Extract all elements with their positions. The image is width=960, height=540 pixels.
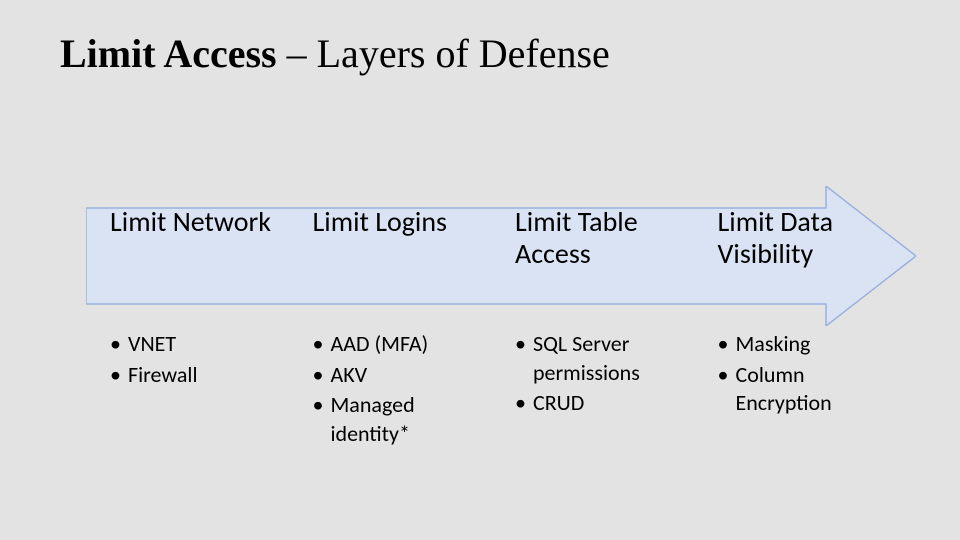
column-heading: Limit Logins xyxy=(313,206,486,306)
title-rest: – Layers of Defense xyxy=(277,31,610,76)
slide-title: Limit Access – Layers of Defense xyxy=(60,32,900,76)
list-item: Firewall xyxy=(110,361,283,390)
list-item: Managed identity* xyxy=(313,391,486,448)
column-network: Limit Network VNET Firewall xyxy=(110,206,283,450)
slide: Limit Access – Layers of Defense Limit N… xyxy=(0,0,960,540)
list-item: AKV xyxy=(313,361,486,390)
list-item: AAD (MFA) xyxy=(313,330,486,359)
list-item: Column Encryption xyxy=(718,361,891,418)
column-list: AAD (MFA) AKV Managed identity* xyxy=(313,330,486,448)
list-item: SQL Server permissions xyxy=(515,330,688,387)
column-list: SQL Server permissions CRUD xyxy=(515,330,688,418)
column-table-access: Limit Table Access SQL Server permission… xyxy=(515,206,688,450)
columns: Limit Network VNET Firewall Limit Logins… xyxy=(110,206,890,450)
column-heading: Limit Network xyxy=(110,206,283,306)
list-item: Masking xyxy=(718,330,891,359)
list-item: VNET xyxy=(110,330,283,359)
column-data-visibility: Limit Data Visibility Masking Column Enc… xyxy=(718,206,891,450)
column-logins: Limit Logins AAD (MFA) AKV Managed ident… xyxy=(313,206,486,450)
column-heading: Limit Table Access xyxy=(515,206,688,306)
title-bold: Limit Access xyxy=(60,31,277,76)
list-item: CRUD xyxy=(515,389,688,418)
column-heading: Limit Data Visibility xyxy=(718,206,891,306)
column-list: VNET Firewall xyxy=(110,330,283,389)
column-list: Masking Column Encryption xyxy=(718,330,891,418)
